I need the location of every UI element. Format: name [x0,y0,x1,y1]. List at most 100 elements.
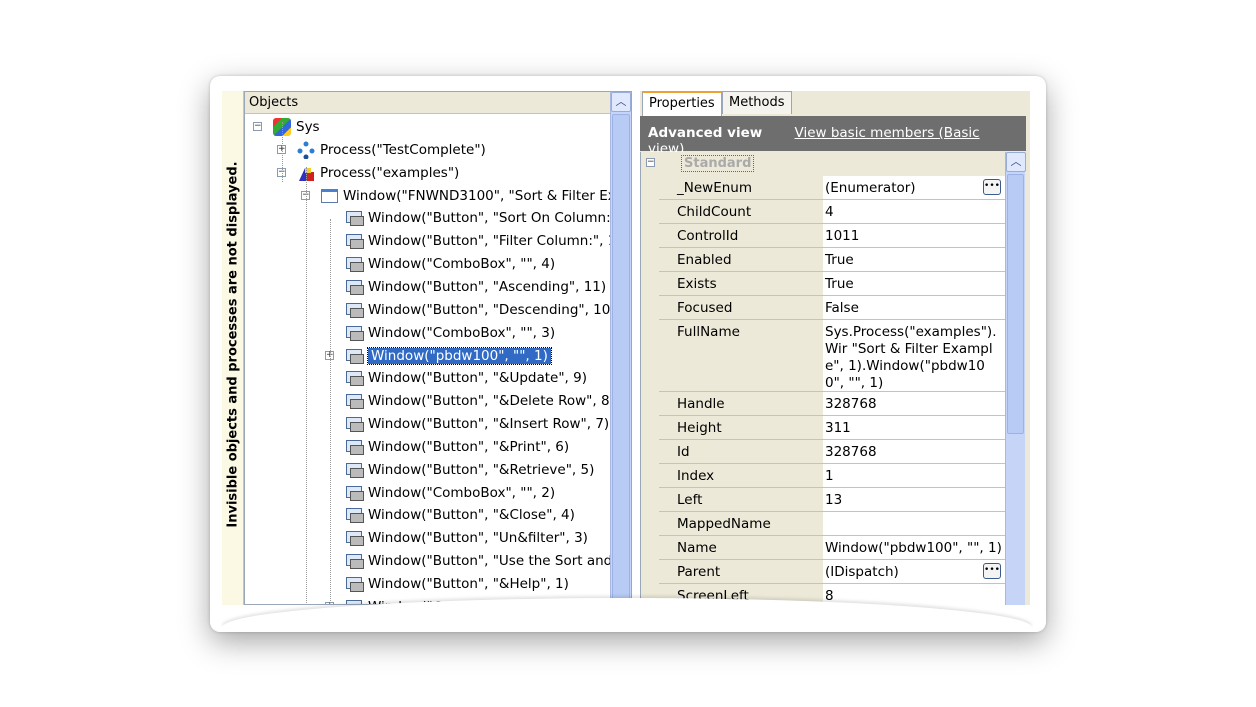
property-row[interactable]: Index1 [659,464,1005,488]
tree-item[interactable]: Window("Button", "&Print", 6) [345,436,569,458]
tree-item-label: Window("pbdw100", "", 1) [368,348,551,364]
control-icon [345,529,363,547]
scroll-up-button[interactable]: ︿ [611,92,631,112]
property-scrollbar[interactable]: ︿ [1005,152,1025,605]
tree-item[interactable]: −Window("FNWND3100", "Sort & Filter Ex..… [321,185,629,207]
tree-item[interactable]: Window("Button", "&Update", 9) [345,367,587,389]
property-name: Focused [659,296,823,320]
property-name: Id [659,440,823,464]
collapse-icon[interactable]: − [646,158,655,167]
property-name: Height [659,416,823,440]
tree-item[interactable]: Window("Button", "&Close", 4) [345,504,575,526]
property-name: Index [659,464,823,488]
property-value[interactable]: 4 [823,200,1005,223]
ellipsis-button[interactable]: ••• [983,563,1001,579]
property-value[interactable]: 8 [823,584,1005,605]
advanced-view-label: Advanced view [648,125,762,141]
property-row[interactable]: Height311 [659,416,1005,440]
property-row[interactable]: FullNameSys.Process("examples").Wir "Sor… [659,320,1005,392]
property-value[interactable] [823,512,1005,535]
property-row[interactable]: ChildCount4 [659,200,1005,224]
tree-item-label: Window("Button", "Filter Column:", 12) [368,233,630,249]
tree-item-label: Window("ComboBox", "", 4) [368,256,555,272]
tree-item-selected[interactable]: +Window("pbdw100", "", 1) [345,345,551,367]
window-icon [321,189,338,203]
property-value[interactable]: Sys.Process("examples").Wir "Sort & Filt… [823,320,1005,391]
property-row[interactable]: NameWindow("pbdw100", "", 1) [659,536,1005,560]
tree-item[interactable]: Window("Button", "Filter Column:", 12) [345,230,630,252]
property-value[interactable]: 1 [823,464,1005,487]
property-value[interactable]: 311 [823,416,1005,439]
tree-item-label: Window("Button", "&Close", 4) [368,507,575,523]
category-standard[interactable]: − Standard [641,152,1026,176]
tree-item-label: Window("Button", "&Delete Row", 8) [368,393,615,409]
tree-item[interactable]: Window("Button", "&Delete Row", 8) [345,390,615,412]
property-value[interactable]: 328768 [823,440,1005,463]
property-name: Name [659,536,823,560]
tree-item-label: Window("Button", "&Help", 1) [368,576,569,592]
property-row[interactable]: EnabledTrue [659,248,1005,272]
control-icon [345,552,363,570]
property-value[interactable]: True [823,272,1005,295]
property-row[interactable]: ControlId1011 [659,224,1005,248]
collapse-icon[interactable]: − [253,122,262,131]
tree-item-label: Window("Button", "&Update", 9) [368,370,587,386]
tree-item-label: Window("Button", "Descending", 10) [368,302,616,318]
tree-item[interactable]: Window("ComboBox", "", 2) [345,482,555,504]
tree-item[interactable]: Window("Button", "&Retrieve", 5) [345,459,594,481]
property-value[interactable]: 1011 [823,224,1005,247]
property-name: Exists [659,272,823,296]
property-value[interactable]: 13 [823,488,1005,511]
properties-panel: Properties Methods Advanced view View ba… [640,91,1030,605]
property-row[interactable]: FocusedFalse [659,296,1005,320]
property-row[interactable]: ExistsTrue [659,272,1005,296]
scroll-thumb[interactable] [612,114,630,605]
tree-item[interactable]: +Process("TestComplete") [297,139,486,161]
tree-item[interactable]: −Process("examples") [297,162,459,184]
view-bar: Advanced view View basic members (Basic … [640,116,1026,151]
property-row[interactable]: Id328768 [659,440,1005,464]
tree-item[interactable]: Window("Button", "&Insert Row", 7) [345,413,609,435]
control-icon [345,301,363,319]
property-row[interactable]: _NewEnum(Enumerator)••• [659,176,1005,200]
tree-item[interactable]: Window("Button", "Un&filter", 3) [345,527,588,549]
property-value[interactable]: (Enumerator) [823,176,1005,199]
property-row[interactable]: Handle328768 [659,392,1005,416]
scroll-thumb[interactable] [1007,174,1024,434]
tree-item[interactable]: Window("Button", "Ascending", 11) [345,276,606,298]
property-name: ControlId [659,224,823,248]
tree-item-label: Window("Button", "Ascending", 11) [368,279,606,295]
property-row[interactable]: Parent(IDispatch)••• [659,560,1005,584]
control-icon [345,369,363,387]
objects-header: Objects [245,92,631,114]
control-icon [345,209,363,227]
property-value[interactable]: True [823,248,1005,271]
property-value[interactable]: (IDispatch) [823,560,1005,583]
property-value[interactable]: Window("pbdw100", "", 1) [823,536,1005,559]
notice-text: Invisible objects and processes are not … [226,98,241,592]
tree-connector [330,219,331,605]
tree-item[interactable]: Window("Button", "Descending", 10) [345,299,616,321]
tree-item[interactable]: Window("ComboBox", "", 4) [345,253,555,275]
category-label: Standard [681,155,754,172]
tree-item[interactable]: Window("Button", "&Help", 1) [345,573,569,595]
tree-scrollbar[interactable]: ︿ [610,92,631,604]
property-value[interactable]: False [823,296,1005,319]
property-row[interactable]: Left13 [659,488,1005,512]
property-name: ChildCount [659,200,823,224]
tree-item[interactable]: Window("Button", "Sort On Column:"... [345,207,630,229]
property-value[interactable]: 328768 [823,392,1005,415]
property-name: Left [659,488,823,512]
tab-methods[interactable]: Methods [722,91,792,114]
tab-properties[interactable]: Properties [642,91,722,116]
property-name: MappedName [659,512,823,536]
ellipsis-button[interactable]: ••• [983,179,1001,195]
tree-item[interactable]: Window("Button", "Use the Sort and... [345,550,625,572]
property-name: Handle [659,392,823,416]
control-icon [345,278,363,296]
control-icon [345,575,363,593]
scroll-up-button[interactable]: ︿ [1006,152,1026,172]
tree-item[interactable]: Window("ComboBox", "", 3) [345,322,555,344]
tree-item[interactable]: −Sys [273,116,320,138]
property-row[interactable]: MappedName [659,512,1005,536]
